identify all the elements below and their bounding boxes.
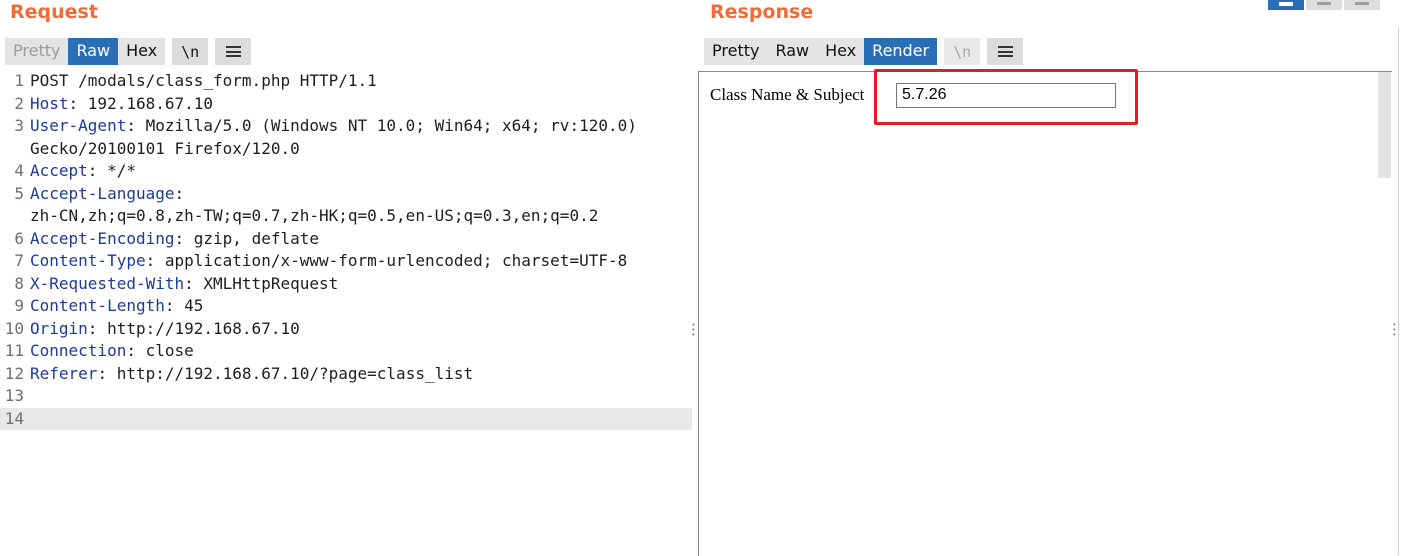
editor-line-wrap: Gecko/20100101 Firefox/120.0 bbox=[0, 138, 692, 161]
response-toolbar: Pretty Raw Hex Render \n bbox=[704, 38, 1024, 65]
header-value: : application/x-www-form-urlencoded; cha… bbox=[145, 251, 628, 270]
class-name-label: Class Name & Subject bbox=[710, 85, 865, 104]
response-newline-toggle-button[interactable]: \n bbox=[944, 38, 981, 65]
request-menu-button[interactable] bbox=[215, 38, 252, 65]
line-number: 14 bbox=[4, 408, 24, 428]
request-tab-raw[interactable]: Raw bbox=[68, 38, 119, 65]
line-number: 10 bbox=[4, 318, 24, 338]
request-view-tabs: Pretty Raw Hex bbox=[5, 38, 166, 65]
split-handle-right[interactable]: • • • bbox=[1393, 321, 1397, 339]
layout-top-bottom-icon[interactable] bbox=[1306, 0, 1342, 10]
editor-line: 7 Content-Type: application/x-www-form-u… bbox=[0, 250, 692, 273]
editor-line-wrap: zh-CN,zh;q=0.8,zh-TW;q=0.7,zh-HK;q=0.5,e… bbox=[0, 205, 692, 228]
layout-side-by-side-icon[interactable] bbox=[1268, 0, 1304, 10]
header-name: User-Agent bbox=[30, 116, 127, 135]
request-tab-hex[interactable]: Hex bbox=[118, 38, 165, 65]
header-value: : 192.168.67.10 bbox=[68, 93, 214, 113]
response-tab-raw[interactable]: Raw bbox=[767, 38, 817, 65]
header-name: Accept bbox=[30, 161, 88, 180]
header-name: Origin bbox=[30, 318, 88, 338]
header-value: : bbox=[174, 183, 185, 203]
editor-line: 13 bbox=[0, 385, 692, 408]
window-edge-divider bbox=[1398, 28, 1399, 555]
layout-toggle-group bbox=[1268, 0, 1382, 10]
response-scrollbar-thumb[interactable] bbox=[1378, 72, 1391, 178]
line-number: 9 bbox=[14, 296, 24, 315]
response-menu-button[interactable] bbox=[987, 38, 1024, 65]
editor-line: 11 Connection: close bbox=[0, 340, 692, 363]
line-number: 12 bbox=[4, 363, 24, 383]
header-name: Content-Type bbox=[30, 251, 146, 270]
header-name: Accept-Encoding bbox=[30, 228, 175, 248]
editor-line: 1 POST /modals/class_form.php HTTP/1.1 bbox=[0, 70, 692, 93]
header-value-continuation: Gecko/20100101 Firefox/120.0 bbox=[30, 138, 300, 158]
menu-icon bbox=[225, 46, 241, 57]
header-name: Referer bbox=[30, 363, 98, 383]
line-number bbox=[0, 138, 30, 161]
line-number: 13 bbox=[4, 386, 24, 405]
header-value: : http://192.168.67.10/?page=class_list bbox=[97, 363, 474, 383]
response-tab-hex[interactable]: Hex bbox=[817, 38, 864, 65]
header-value: : http://192.168.67.10 bbox=[87, 318, 300, 338]
highlight-annotation-box bbox=[874, 69, 1138, 125]
line-number: 2 bbox=[14, 93, 24, 113]
editor-line: 12 Referer: http://192.168.67.10/?page=c… bbox=[0, 363, 692, 386]
response-scrollbar-track[interactable] bbox=[1378, 178, 1391, 555]
request-toolbar: Pretty Raw Hex \n bbox=[5, 38, 252, 65]
editor-line: 2 Host: 192.168.67.10 bbox=[0, 93, 692, 116]
response-tab-render[interactable]: Render bbox=[864, 38, 938, 65]
header-name: Accept-Language bbox=[30, 183, 175, 203]
header-value: : gzip, deflate bbox=[174, 228, 320, 248]
split-handle-left[interactable]: • • • bbox=[692, 321, 696, 339]
layout-tabs-icon[interactable] bbox=[1344, 0, 1380, 10]
line-number: 8 bbox=[14, 273, 24, 293]
header-value: : */* bbox=[87, 161, 136, 180]
request-tab-pretty[interactable]: Pretty bbox=[5, 38, 68, 65]
line-number bbox=[0, 205, 30, 228]
request-line-text: POST /modals/class_form.php HTTP/1.1 bbox=[30, 71, 377, 90]
line-number: 6 bbox=[14, 228, 24, 248]
request-pane-title: Request bbox=[10, 1, 98, 23]
header-name: X-Requested-With bbox=[30, 273, 185, 293]
header-value-continuation: zh-CN,zh;q=0.8,zh-TW;q=0.7,zh-HK;q=0.5,e… bbox=[30, 206, 599, 225]
response-render-area bbox=[698, 71, 1392, 556]
line-number: 5 bbox=[14, 183, 24, 203]
editor-line: 8 X-Requested-With: XMLHttpRequest bbox=[0, 273, 692, 296]
header-name: Host bbox=[30, 93, 69, 113]
response-pane-title: Response bbox=[710, 1, 814, 23]
header-value: : 45 bbox=[164, 296, 204, 315]
line-number: 11 bbox=[4, 341, 24, 360]
editor-line: 4 Accept: */* bbox=[0, 160, 692, 183]
header-name: Content-Length bbox=[30, 296, 165, 315]
header-value: : XMLHttpRequest bbox=[184, 273, 339, 293]
editor-line: 3 User-Agent: Mozilla/5.0 (Windows NT 10… bbox=[0, 115, 692, 138]
editor-line: 6 Accept-Encoding: gzip, deflate bbox=[0, 228, 692, 251]
response-view-tabs: Pretty Raw Hex Render bbox=[704, 38, 938, 65]
request-editor[interactable]: 1 POST /modals/class_form.php HTTP/1.1 2… bbox=[0, 70, 692, 555]
response-tab-pretty[interactable]: Pretty bbox=[704, 38, 767, 65]
request-newline-toggle-button[interactable]: \n bbox=[172, 38, 209, 65]
editor-line-current: 14 bbox=[0, 407, 692, 430]
header-value: : close bbox=[126, 341, 194, 360]
header-name: Connection bbox=[30, 341, 127, 360]
header-value: : Mozilla/5.0 (Windows NT 10.0; Win64; x… bbox=[126, 116, 637, 135]
editor-line: 5 Accept-Language: bbox=[0, 183, 692, 206]
menu-icon bbox=[997, 46, 1013, 57]
editor-line: 10 Origin: http://192.168.67.10 bbox=[0, 318, 692, 341]
line-number: 7 bbox=[14, 251, 24, 270]
editor-line: 9 Content-Length: 45 bbox=[0, 295, 692, 318]
line-number: 3 bbox=[14, 116, 24, 135]
line-number: 1 bbox=[14, 71, 24, 90]
line-number: 4 bbox=[14, 161, 24, 180]
